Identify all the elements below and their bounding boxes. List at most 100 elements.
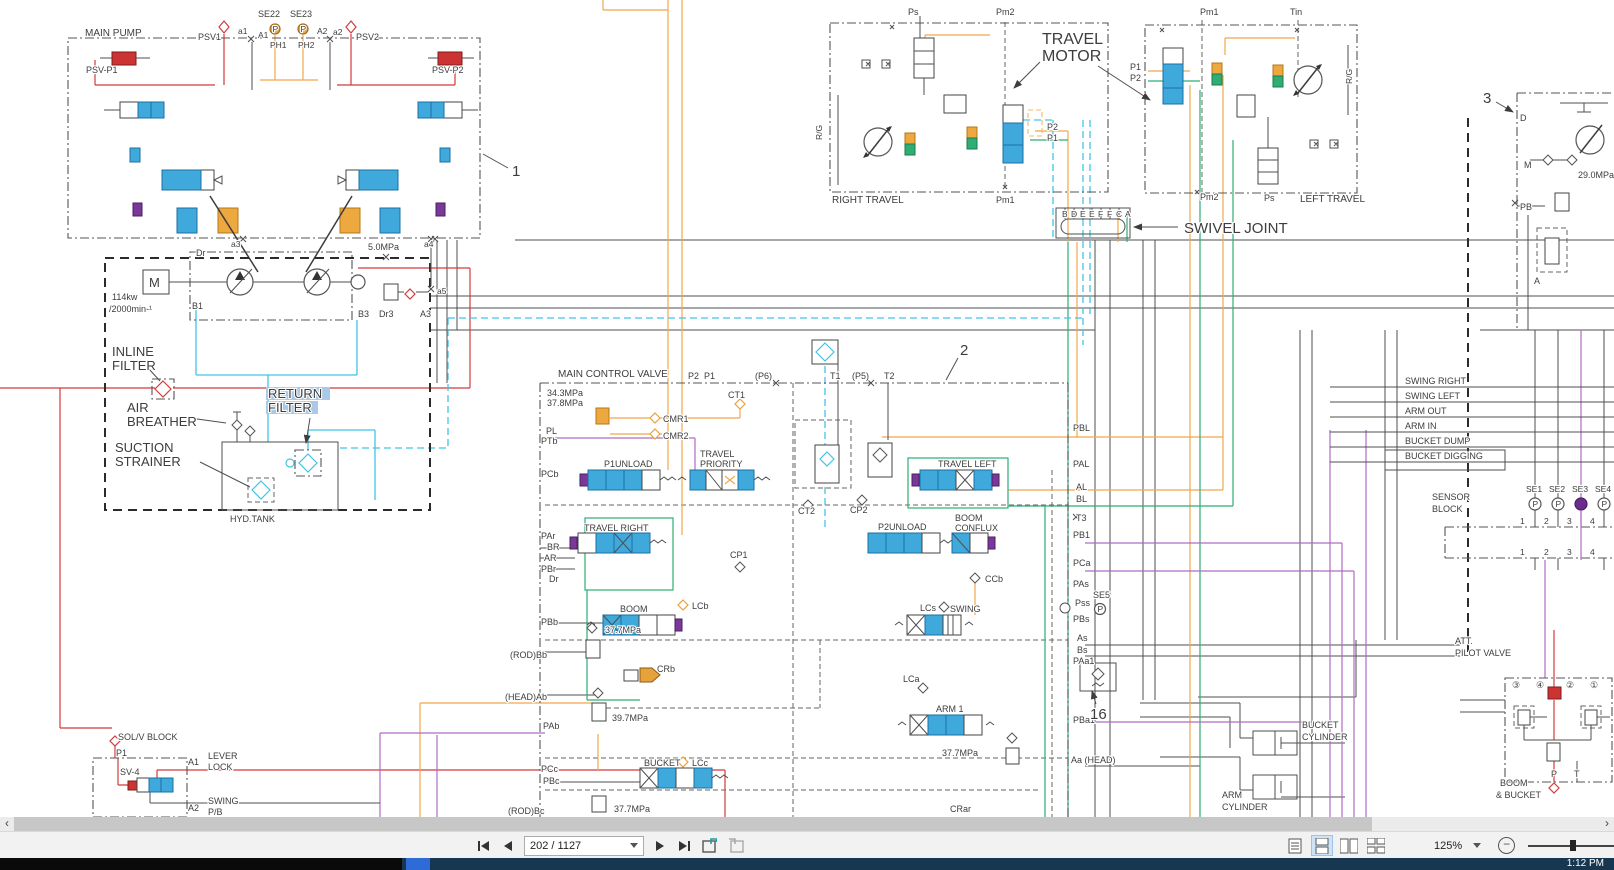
- single-page-view-icon[interactable]: [1284, 835, 1306, 856]
- mcv-cp2: CP2: [850, 505, 868, 515]
- scroll-right-icon[interactable]: ›: [1600, 817, 1614, 831]
- att-pilot-title-2: PILOT VALVE: [1455, 648, 1511, 658]
- right-travel-label: RIGHT TRAVEL: [832, 195, 904, 206]
- zoom-slider[interactable]: [1528, 838, 1614, 853]
- rt-pm2: Pm2: [996, 7, 1015, 17]
- lca-label: LCa: [903, 674, 920, 684]
- taskbar-app-icon[interactable]: [406, 858, 430, 870]
- mcv-top-port: T2: [884, 371, 895, 381]
- valve-swing-label: SWING: [950, 604, 981, 614]
- se2-label: SE2: [1549, 484, 1565, 494]
- psv2-label: PSV2: [356, 32, 379, 42]
- lt-rg: R/G: [1344, 69, 1354, 84]
- sensor-num: 2: [1544, 547, 1549, 557]
- relief-boom-head: 39.7MPa: [612, 713, 648, 723]
- mcv-ccb: CCb: [985, 574, 1003, 584]
- mcv-port-right: PAa1: [1073, 656, 1094, 666]
- sm-d: D: [1520, 113, 1527, 123]
- swing-pb-1: SWING: [208, 796, 239, 806]
- callout-1: 1: [512, 163, 520, 180]
- suction-strainer-label-1: SUCTION: [115, 440, 174, 455]
- sensor-num: 4: [1590, 516, 1595, 526]
- arm-cyl-label-2: CYLINDER: [1222, 802, 1268, 812]
- mcv-port-left: PCb: [541, 469, 559, 479]
- next-view-icon[interactable]: [726, 836, 744, 856]
- mcv-pressure-1: 34.3MPa: [547, 388, 583, 398]
- callout-3: 3: [1483, 90, 1491, 107]
- valve-p2unload-label: P2UNLOAD: [878, 522, 927, 532]
- rt-p1: P1: [1047, 133, 1058, 143]
- a1-small: a1: [238, 26, 248, 36]
- sensor-block-title-1: SENSOR: [1432, 492, 1471, 502]
- swing-pb-2: P/B: [208, 807, 223, 817]
- a1-cap: A1: [258, 30, 269, 40]
- sm-pb: PB: [1520, 202, 1532, 212]
- mcv-cmr1: CMR1: [663, 414, 689, 424]
- mcv-port-right: PCa: [1073, 558, 1091, 568]
- green-pilot-lines: [587, 81, 1233, 817]
- scrollbar-thumb[interactable]: [14, 817, 1372, 831]
- swivel-letter: F: [1107, 209, 1112, 219]
- lt-tin: Tin: [1290, 7, 1302, 17]
- main-pump-block: [68, 21, 480, 272]
- zoom-out-button[interactable]: −: [1498, 837, 1515, 854]
- zoom-slider-handle[interactable]: [1570, 840, 1576, 851]
- valve-boom-label: BOOM: [620, 604, 648, 614]
- sensor-block-title-2: BLOCK: [1432, 504, 1463, 514]
- swivel-letter: A: [1125, 209, 1131, 219]
- previous-view-icon[interactable]: [701, 836, 719, 856]
- page-number-input[interactable]: 202 / 1127: [524, 836, 644, 856]
- att-port: ③: [1512, 680, 1520, 690]
- left-travel-block: [1145, 25, 1357, 194]
- last-page-button[interactable]: [676, 836, 694, 856]
- page-dropdown-caret-icon[interactable]: [630, 843, 638, 848]
- bucket-cyl-label-1: BUCKET: [1302, 720, 1339, 730]
- zoom-level-value[interactable]: 125%: [1434, 840, 1462, 852]
- mcv-port-left: (ROD)Bc: [508, 806, 545, 816]
- valve-boom-conflux-2: CONFLUX: [955, 523, 998, 533]
- mcv-port-right: As: [1077, 633, 1088, 643]
- signal-label: ARM IN: [1405, 421, 1437, 431]
- mcv-top-port: (P5): [852, 371, 869, 381]
- mcv-port-right: PAL: [1073, 459, 1089, 469]
- zoom-dropdown-caret-icon[interactable]: [1473, 843, 1481, 848]
- mcv-port-left: BR: [547, 542, 560, 552]
- att-port: ②: [1566, 680, 1574, 690]
- zoom-cluster: 125% − +: [1284, 832, 1614, 859]
- two-page-view-icon[interactable]: [1338, 835, 1360, 856]
- os-taskbar: 1:12 PM: [0, 858, 1614, 870]
- mcv-port-right: T3: [1076, 513, 1087, 523]
- mcv-port-left: PCc: [541, 764, 559, 774]
- rt-rg: R/G: [814, 125, 824, 140]
- continuous-view-icon[interactable]: [1311, 835, 1333, 856]
- solv-p1: P1: [116, 748, 127, 758]
- mcv-top-port: T1: [830, 371, 841, 381]
- hydraulic-schematic-canvas[interactable]: MAIN PUMP PSV-P1 PSV-P2 PSV1 PSV2 SE22 S…: [0, 0, 1614, 817]
- a2-small: a2: [333, 27, 343, 37]
- main-control-valve: [540, 340, 1116, 817]
- sm-a: A: [1534, 276, 1540, 286]
- lcb-label: LCb: [692, 601, 709, 611]
- lever-lock-1: LEVER: [208, 751, 238, 761]
- dr3-label: Dr3: [379, 309, 394, 319]
- mcv-port-left: AR: [544, 553, 557, 563]
- next-page-button[interactable]: [651, 836, 669, 856]
- dr-label: Dr: [196, 248, 206, 258]
- motor-m: M: [149, 275, 160, 290]
- se4-label: SE4: [1595, 484, 1611, 494]
- mcv-port-right: Pss: [1075, 598, 1091, 608]
- horizontal-scrollbar[interactable]: ‹ ›: [0, 817, 1614, 831]
- swivel-letter: F: [1098, 209, 1103, 219]
- page-indicator: 202 / 1127: [530, 840, 581, 852]
- first-page-button[interactable]: [474, 836, 492, 856]
- two-page-scroll-view-icon[interactable]: [1365, 835, 1387, 856]
- se5-p: P: [1098, 604, 1104, 614]
- suction-strainer-label-2: STRAINER: [115, 454, 181, 469]
- mcv-port-left: PBb: [541, 617, 558, 627]
- scroll-left-icon[interactable]: ‹: [0, 817, 14, 831]
- signal-label: BUCKET DUMP: [1405, 436, 1470, 446]
- mcv-port-left: PTb: [541, 436, 558, 446]
- se23-label: SE23: [290, 9, 312, 19]
- swivel-joint-label: SWIVEL JOINT: [1184, 220, 1288, 237]
- previous-page-button[interactable]: [499, 836, 517, 856]
